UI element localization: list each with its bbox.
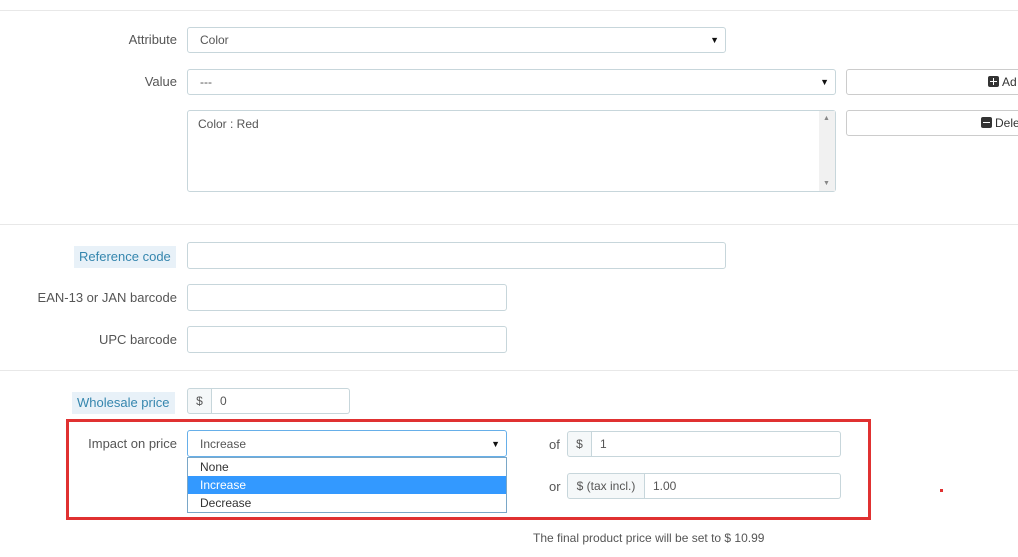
wholesale-price-label: Wholesale price [72, 392, 175, 414]
reference-code-input[interactable] [187, 242, 726, 269]
impact-amount-input[interactable]: 1 [592, 431, 841, 457]
upc-input[interactable] [187, 326, 507, 353]
section-divider [0, 224, 1018, 225]
attribute-select[interactable]: Color ▼ [187, 27, 726, 53]
list-scrollbar[interactable]: ▲ ▼ [819, 111, 835, 191]
value-select[interactable]: --- ▼ [187, 69, 836, 95]
upc-label: UPC barcode [98, 332, 177, 347]
tax-incl-addon: $ (tax incl.) [567, 473, 645, 499]
plus-square-icon [988, 76, 999, 87]
section-divider [0, 370, 1018, 371]
impact-on-price-label: Impact on price [88, 436, 177, 451]
impact-option-none[interactable]: None [188, 458, 506, 476]
of-currency-addon: $ [567, 431, 592, 457]
add-button-label: Ad [1002, 75, 1017, 89]
attribute-select-value: Color [200, 33, 229, 47]
chevron-down-icon: ▼ [710, 35, 719, 45]
chevron-down-icon: ▼ [491, 439, 500, 449]
ean-input[interactable] [187, 284, 507, 311]
ean-label: EAN-13 or JAN barcode [37, 290, 177, 305]
wholesale-currency-addon: $ [187, 388, 212, 414]
delete-button-label: Dele [995, 116, 1018, 130]
impact-on-price-select[interactable]: Increase ▼ [187, 430, 507, 457]
impact-option-decrease[interactable]: Decrease [188, 494, 506, 512]
impact-dropdown-list: None Increase Decrease [187, 457, 507, 513]
impact-select-value: Increase [200, 437, 247, 451]
attribute-label: Attribute [128, 32, 177, 47]
add-button[interactable]: Ad [846, 69, 1018, 95]
red-dot-marker [940, 489, 943, 492]
or-label: or [549, 479, 561, 494]
scroll-up-icon[interactable]: ▲ [823, 115, 830, 122]
minus-square-icon [981, 117, 992, 128]
of-label: of [549, 437, 560, 452]
chevron-down-icon: ▼ [820, 77, 829, 87]
impact-option-increase[interactable]: Increase [188, 476, 506, 494]
section-divider [0, 10, 1018, 11]
value-select-value: --- [200, 75, 212, 89]
list-item[interactable]: Color : Red [198, 117, 259, 131]
scroll-down-icon[interactable]: ▼ [823, 180, 830, 187]
combination-list[interactable]: Color : Red ▲ ▼ [187, 110, 836, 192]
impact-tax-incl-input[interactable]: 1.00 [645, 473, 841, 499]
reference-code-label: Reference code [74, 246, 176, 268]
final-price-note: The final product price will be set to $… [533, 531, 765, 545]
delete-button[interactable]: Dele [846, 110, 1018, 136]
value-label: Value [144, 74, 177, 89]
wholesale-price-input[interactable]: 0 [212, 388, 350, 414]
